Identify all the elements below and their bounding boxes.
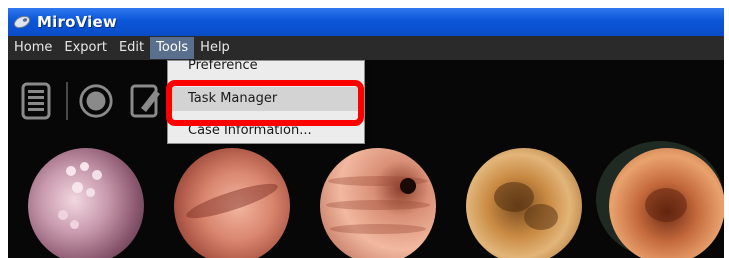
polyp-mark: [66, 166, 76, 176]
polyp-mark: [70, 220, 79, 229]
polyp-mark: [86, 188, 95, 197]
list-icon[interactable]: [18, 82, 54, 120]
tissue-fold: [645, 188, 687, 222]
polyp-mark: [80, 162, 89, 171]
app-logo-icon: [12, 12, 32, 32]
lumen-mark: [400, 178, 416, 194]
polyp-mark: [92, 170, 102, 180]
menu-item-preference[interactable]: Preference: [168, 54, 364, 78]
menu-edit[interactable]: Edit: [113, 37, 150, 59]
tissue-fold: [326, 200, 430, 210]
menu-bar: Home Export Edit Tools Help: [8, 36, 724, 60]
toolbar-separator: [66, 82, 68, 120]
app-title: MiroView: [37, 13, 117, 31]
app-window: MiroView Home Export Edit Tools Help Pre…: [8, 8, 724, 258]
tissue-fold: [524, 204, 558, 230]
thumbnail-3[interactable]: [320, 148, 436, 258]
thumbnail-2[interactable]: [174, 148, 290, 258]
tissue-fold: [330, 224, 426, 234]
thumbnail-4[interactable]: [466, 148, 582, 258]
thumbnail-5[interactable]: [609, 148, 724, 258]
edit-icon[interactable]: [128, 82, 164, 120]
menu-home[interactable]: Home: [8, 37, 58, 59]
polyp-mark: [58, 210, 68, 220]
menu-export[interactable]: Export: [58, 37, 113, 59]
polyp-mark: [72, 182, 83, 193]
thumbnail-1[interactable]: [28, 148, 144, 258]
thumbnail-strip: [8, 138, 724, 258]
title-bar[interactable]: MiroView: [8, 8, 724, 36]
record-icon[interactable]: [78, 82, 114, 120]
highlight-callout: [166, 80, 364, 126]
tissue-fold: [183, 177, 281, 225]
